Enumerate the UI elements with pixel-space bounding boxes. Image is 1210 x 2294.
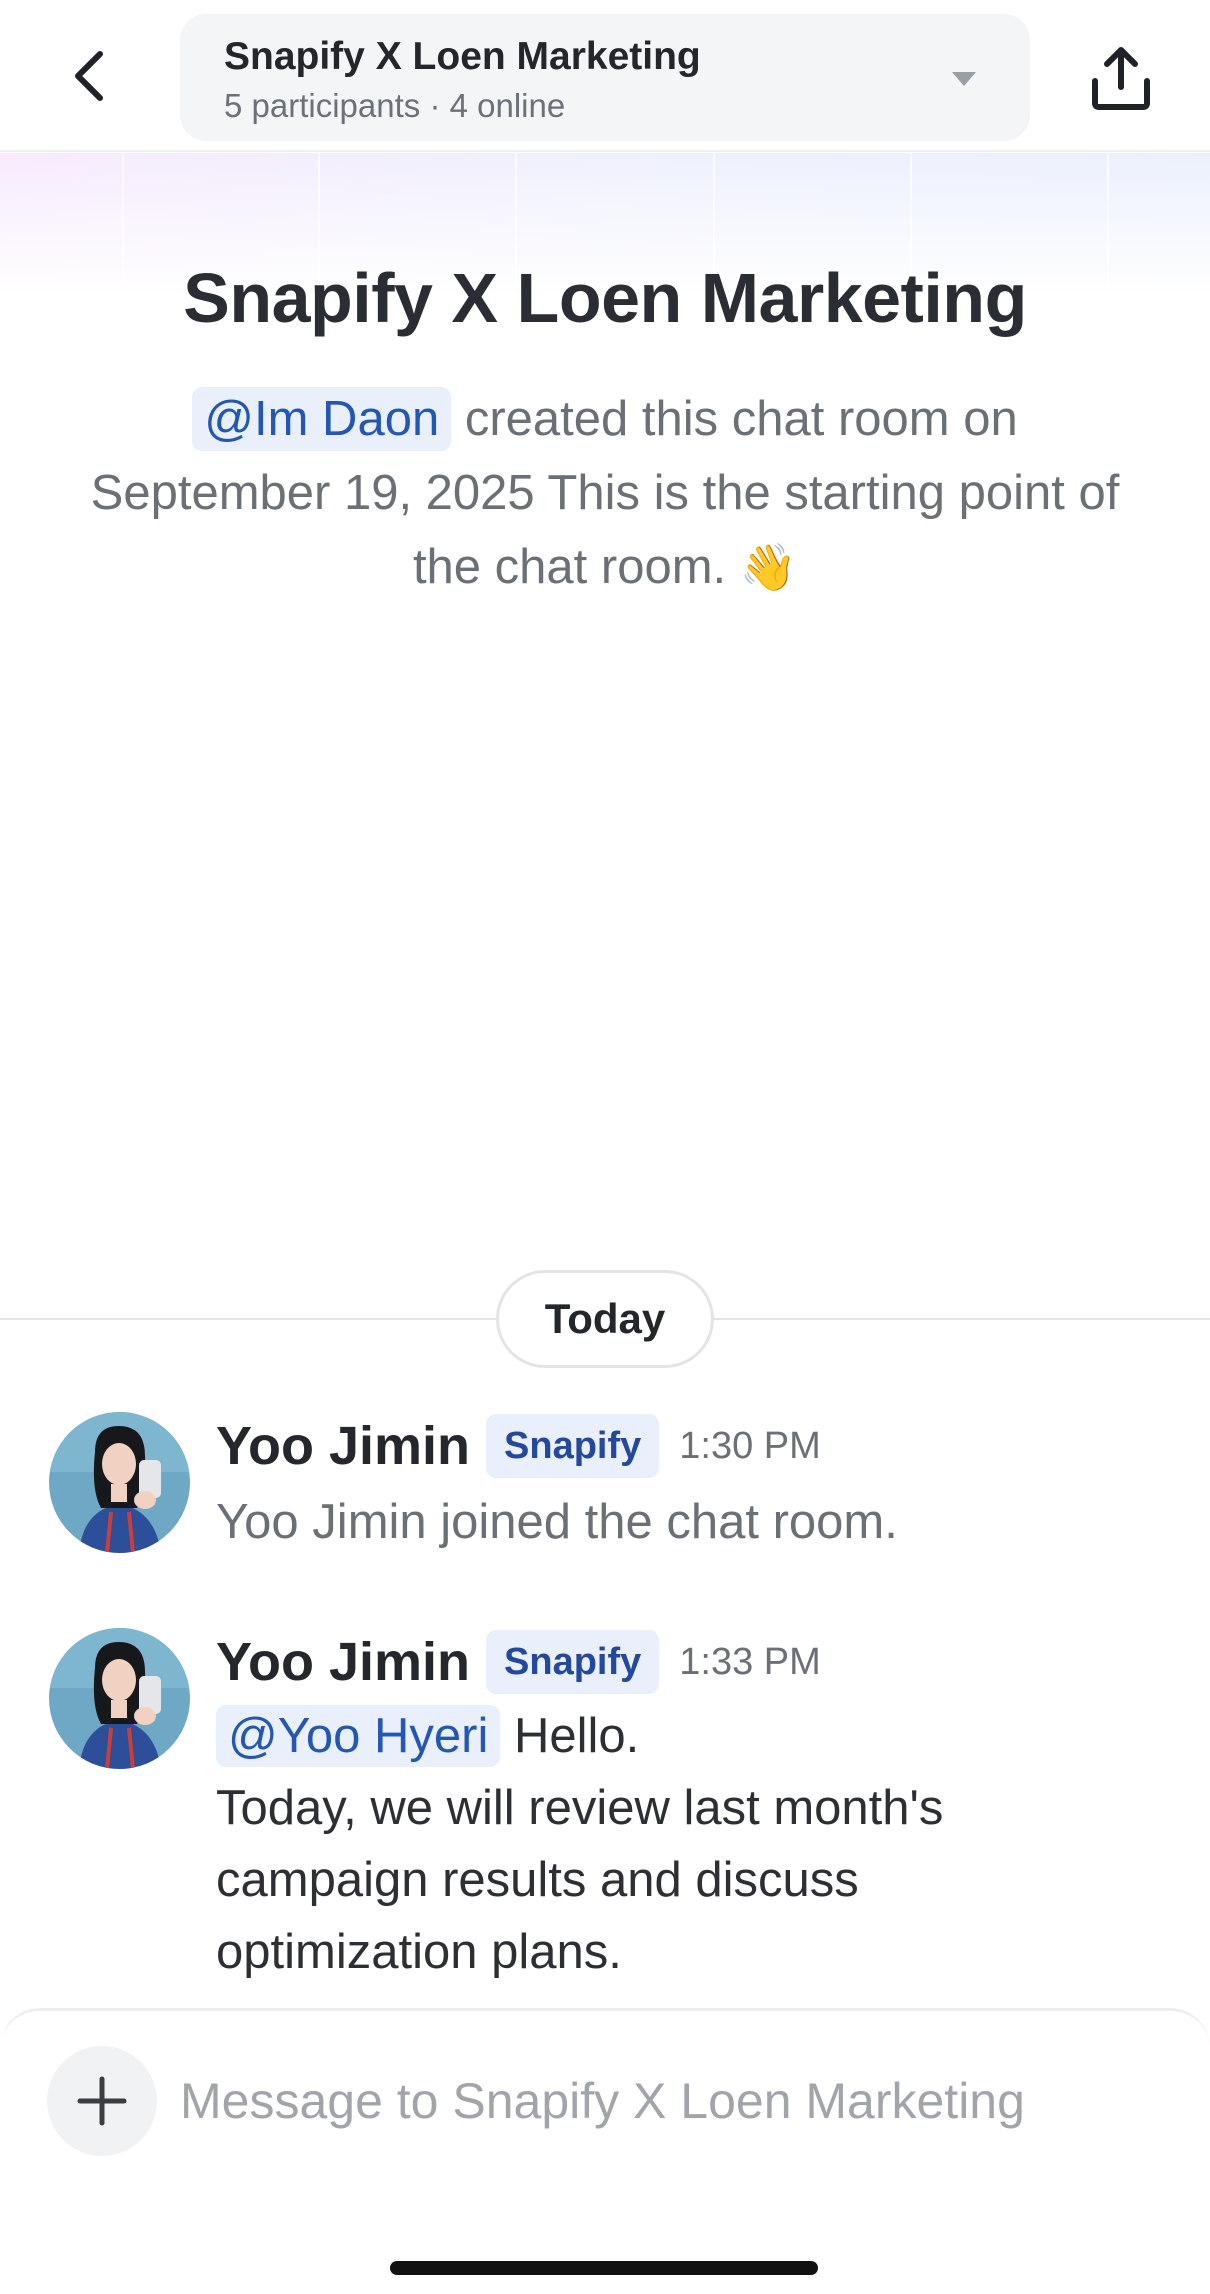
chat-header: Snapify X Loen Marketing 5 participants … — [0, 0, 1210, 152]
sender-name[interactable]: Yoo Jimin — [216, 1631, 470, 1693]
add-attachment-button[interactable] — [47, 2046, 157, 2156]
message-body: Today, we will review last month's campa… — [216, 1781, 944, 1979]
caret-down-icon — [952, 72, 976, 86]
chevron-left-icon — [75, 51, 103, 101]
message-header: Yoo Jimin Snapify 1:33 PM — [216, 1624, 821, 1700]
intro-description: @Im Daon created this chat room on Septe… — [60, 382, 1150, 604]
intro-text-line2: September 19, 2025 This is the starting … — [90, 466, 1120, 594]
avatar[interactable] — [49, 1628, 190, 1769]
day-divider-label: Today — [496, 1270, 714, 1368]
message-composer — [0, 2008, 1210, 2294]
room-name: Snapify X Loen Marketing — [224, 35, 701, 78]
intro-room-title: Snapify X Loen Marketing — [183, 259, 1027, 337]
org-badge: Snapify — [486, 1630, 660, 1694]
creator-mention[interactable]: @Im Daon — [192, 387, 452, 451]
user-mention[interactable]: @Yoo Hyeri — [216, 1705, 501, 1767]
waving-hand-emoji: 👋 — [739, 541, 798, 593]
message-time: 1:33 PM — [679, 1640, 821, 1683]
org-badge: Snapify — [486, 1414, 660, 1478]
intro-text-line1: created this chat room on — [451, 392, 1018, 446]
message-text: @Yoo Hyeri Hello. Today, we will review … — [216, 1700, 1116, 1988]
message-greeting: Hello. — [500, 1709, 640, 1763]
sender-name[interactable]: Yoo Jimin — [216, 1415, 470, 1477]
message-input[interactable] — [180, 2051, 1160, 2151]
share-upload-icon — [1092, 47, 1150, 110]
system-message-text: Yoo Jimin joined the chat room. — [216, 1495, 898, 1549]
back-button[interactable] — [60, 40, 120, 112]
message-time: 1:30 PM — [679, 1424, 821, 1467]
room-status: 5 participants · 4 online — [224, 87, 566, 124]
message-header: Yoo Jimin Snapify 1:30 PM — [216, 1408, 821, 1484]
plus-icon — [77, 2076, 127, 2126]
room-title-dropdown[interactable]: Snapify X Loen Marketing 5 participants … — [180, 14, 1030, 141]
avatar[interactable] — [49, 1412, 190, 1553]
share-button[interactable] — [1085, 40, 1157, 116]
home-indicator — [390, 2261, 818, 2275]
